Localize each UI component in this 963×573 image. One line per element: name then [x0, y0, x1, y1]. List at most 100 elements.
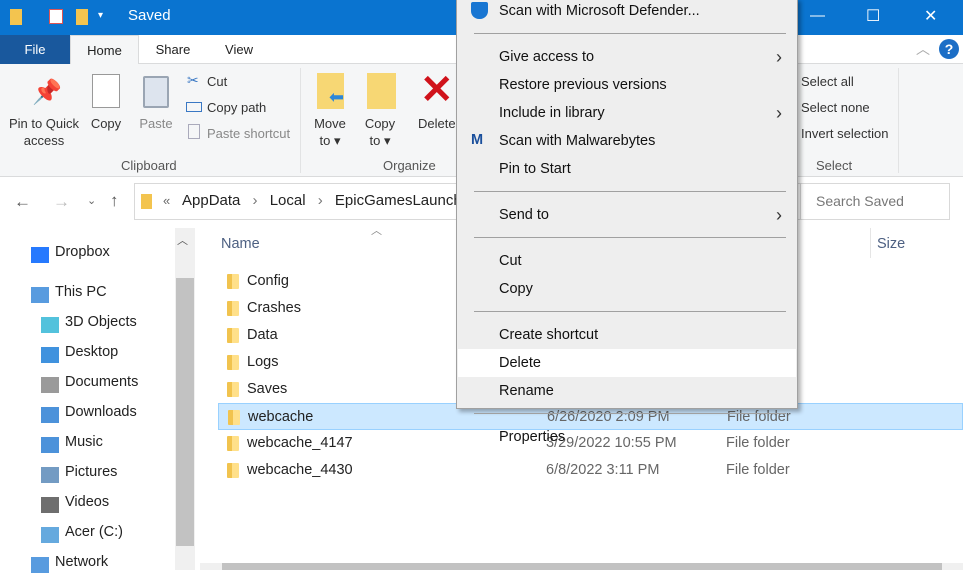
- collapse-ribbon-icon[interactable]: ︿: [916, 39, 930, 59]
- malwarebytes-icon: M: [471, 132, 484, 148]
- help-icon[interactable]: ?: [939, 39, 959, 59]
- column-header-size[interactable]: Size: [877, 236, 905, 252]
- menu-item-send-to[interactable]: Send to ›: [458, 201, 796, 229]
- minimize-button[interactable]: —: [810, 7, 825, 24]
- menu-item-give-access-to[interactable]: Give access to ›: [458, 43, 796, 71]
- back-button[interactable]: ←: [14, 192, 31, 212]
- menu-item-copy[interactable]: Copy: [458, 275, 796, 303]
- nav-item[interactable]: 3D Objects: [65, 314, 137, 330]
- delete-x-icon: ✕: [420, 68, 454, 112]
- nav-scrollbar-thumb[interactable]: [176, 278, 194, 546]
- paste-button[interactable]: Paste: [134, 115, 178, 132]
- move-to-icon: ⬅: [317, 73, 344, 109]
- videos-icon: [41, 497, 59, 513]
- maximize-button[interactable]: ☐: [866, 6, 880, 26]
- file-row[interactable]: webcache_4430 6/8/2022 3:11 PM File folder: [218, 457, 963, 484]
- recent-locations-dropdown[interactable]: ⌄: [87, 194, 96, 207]
- file-name: webcache: [248, 409, 314, 425]
- select-group-label: Select: [816, 158, 853, 173]
- menu-item-label: Delete: [499, 355, 541, 371]
- menu-item-rename[interactable]: Rename: [458, 377, 796, 405]
- menu-item-label: Scan with Malwarebytes: [499, 133, 656, 149]
- menu-item-label: Properties: [499, 429, 566, 445]
- menu-item-scan-with-malwarebytes[interactable]: Scan with Malwarebytes M: [458, 127, 796, 155]
- breadcrumb-local[interactable]: Local: [270, 192, 306, 209]
- menu-item-cut[interactable]: Cut: [458, 247, 796, 275]
- breadcrumb-overflow[interactable]: «: [163, 193, 170, 208]
- nav-item[interactable]: This PC: [55, 284, 107, 300]
- file-name: Logs: [247, 354, 279, 370]
- menu-separator: [474, 311, 786, 312]
- pin-to-quick-access-button[interactable]: Pin to Quick access: [4, 115, 84, 149]
- file-name: Config: [247, 273, 289, 289]
- window-title: Saved: [128, 7, 171, 24]
- delete-button[interactable]: Delete: [418, 115, 456, 132]
- copy-to-button[interactable]: Copy to ▾: [358, 115, 402, 149]
- tab-share[interactable]: Share: [140, 35, 206, 64]
- menu-item-include-in-library[interactable]: Include in library ›: [458, 99, 796, 127]
- horizontal-scrollbar[interactable]: [200, 563, 963, 570]
- breadcrumb-appdata[interactable]: AppData: [182, 192, 240, 209]
- cut-button[interactable]: Cut: [207, 73, 227, 90]
- menu-item-pin-to-start[interactable]: Pin to Start: [458, 155, 796, 183]
- nav-item[interactable]: Desktop: [65, 344, 118, 360]
- nav-item[interactable]: Documents: [65, 374, 138, 390]
- file-name: Saves: [247, 381, 288, 397]
- tab-file[interactable]: File: [0, 35, 70, 64]
- folder-icon: [227, 274, 239, 289]
- select-all-button[interactable]: Select all: [801, 73, 854, 90]
- move-to-button[interactable]: Move to ▾: [308, 115, 352, 149]
- tab-home[interactable]: Home: [70, 35, 139, 65]
- new-folder-icon[interactable]: [76, 9, 88, 25]
- select-none-button[interactable]: Select none: [801, 99, 870, 116]
- nav-item[interactable]: Videos: [65, 494, 109, 510]
- documents-icon: [41, 377, 59, 393]
- defender-shield-icon: [471, 2, 488, 19]
- menu-item-label: Cut: [499, 253, 522, 269]
- nav-item[interactable]: Acer (C:): [65, 524, 123, 540]
- nav-item[interactable]: Dropbox: [55, 244, 110, 260]
- folder-icon: [227, 328, 239, 343]
- breadcrumb: AppData › Local › EpicGamesLauncher: [182, 192, 475, 209]
- file-name: webcache_4430: [247, 462, 353, 478]
- downloads-icon: [41, 407, 59, 423]
- menu-item-label: Give access to: [499, 49, 595, 65]
- menu-item-delete[interactable]: Delete: [458, 349, 796, 377]
- nav-item[interactable]: Music: [65, 434, 103, 450]
- menu-item-create-shortcut[interactable]: Create shortcut: [458, 321, 796, 349]
- column-header-name[interactable]: Name: [221, 236, 260, 252]
- dropbox-icon: [31, 247, 49, 263]
- customize-toolbar-dropdown-icon[interactable]: ▾: [98, 10, 103, 21]
- forward-button[interactable]: →: [53, 192, 70, 212]
- paste-shortcut-button[interactable]: Paste shortcut: [207, 125, 290, 142]
- submenu-chevron-icon: ›: [776, 205, 782, 225]
- nav-item[interactable]: Network: [55, 554, 108, 570]
- close-button[interactable]: ✕: [924, 6, 937, 26]
- move-to-label: Move to: [314, 116, 346, 148]
- nav-item[interactable]: Pictures: [65, 464, 117, 480]
- paste-shortcut-icon: [188, 124, 200, 139]
- scissors-icon: ✂: [187, 72, 199, 88]
- menu-item-scan-with-microsoft-defender[interactable]: Scan with Microsoft Defender...: [458, 0, 796, 25]
- copy-path-button[interactable]: Copy path: [207, 99, 266, 116]
- menu-item-label: Rename: [499, 383, 554, 399]
- invert-selection-button[interactable]: Invert selection: [801, 125, 888, 142]
- search-input[interactable]: Search Saved: [800, 183, 950, 220]
- properties-icon[interactable]: [49, 9, 63, 24]
- horizontal-scrollbar-thumb[interactable]: [222, 563, 942, 570]
- breadcrumb-epicgameslauncher[interactable]: EpicGamesLauncher: [335, 192, 475, 209]
- music-icon: [41, 437, 59, 453]
- nav-item[interactable]: Downloads: [65, 404, 137, 420]
- up-button[interactable]: ↑: [110, 191, 119, 211]
- copy-button[interactable]: Copy: [86, 115, 126, 132]
- menu-item-label: Create shortcut: [499, 327, 599, 343]
- menu-item-restore-previous-versions[interactable]: Restore previous versions: [458, 71, 796, 99]
- submenu-chevron-icon: ›: [776, 103, 782, 123]
- nav-scrollbar[interactable]: ︿: [175, 228, 195, 570]
- pictures-icon: [41, 467, 59, 483]
- menu-item-label: Include in library: [499, 105, 605, 121]
- folder-icon: [227, 355, 239, 370]
- menu-item-properties[interactable]: Properties: [458, 423, 796, 451]
- tab-view[interactable]: View: [206, 35, 272, 64]
- scroll-up-icon[interactable]: ︿: [177, 232, 188, 248]
